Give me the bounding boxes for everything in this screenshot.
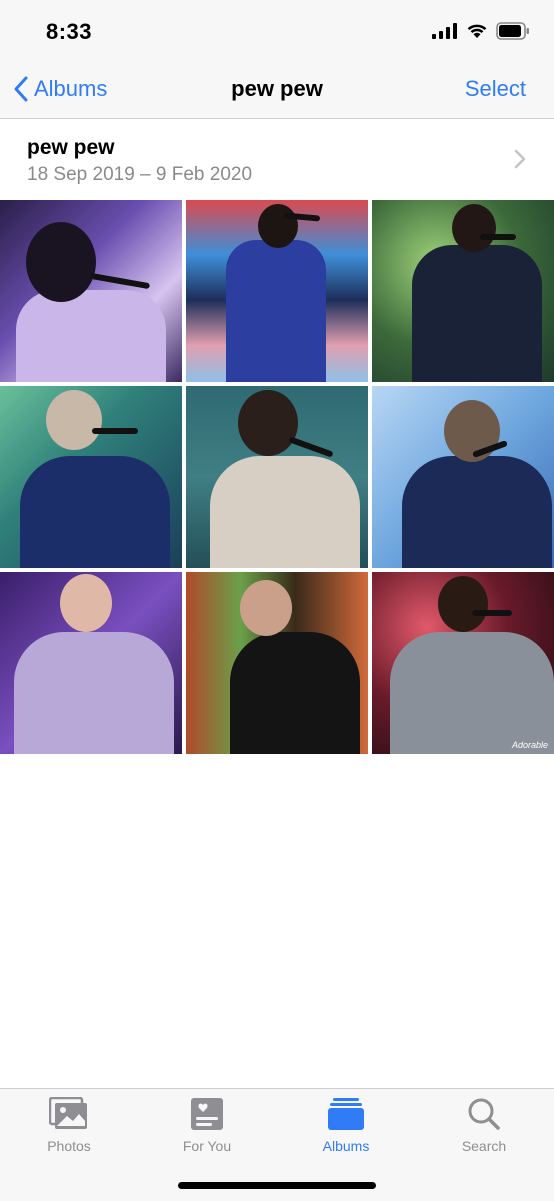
tab-search-label: Search — [461, 1138, 507, 1154]
photo-thumbnail[interactable]: Adorable — [372, 572, 554, 754]
tab-albums[interactable]: Albums — [291, 1097, 401, 1154]
home-indicator — [178, 1182, 376, 1189]
tab-photos-label: Photos — [47, 1138, 91, 1154]
photo-watermark: Adorable — [511, 740, 548, 750]
photos-icon — [48, 1096, 87, 1129]
tab-photos[interactable]: Photos — [14, 1096, 124, 1154]
for-you-icon — [191, 1098, 223, 1130]
chevron-right-icon — [514, 149, 526, 169]
tab-albums-label: Albums — [322, 1138, 370, 1154]
tab-for-you-label: For You — [182, 1138, 232, 1154]
tab-search[interactable]: Search — [429, 1097, 539, 1154]
tab-for-you[interactable]: For You — [152, 1097, 262, 1154]
photo-thumbnail[interactable] — [0, 572, 182, 754]
wifi-icon — [467, 24, 487, 38]
photo-thumbnail[interactable] — [0, 200, 182, 382]
album-header[interactable]: pew pew 18 Sep 2019 – 9 Feb 2020 — [0, 119, 554, 199]
album-name: pew pew — [27, 136, 115, 159]
status-bar: 8:33 — [0, 0, 554, 60]
navigation-bar: Albums pew pew Select — [0, 60, 554, 119]
status-icons — [432, 22, 530, 40]
status-time: 8:33 — [46, 19, 93, 44]
photo-thumbnail[interactable] — [372, 200, 554, 382]
battery-icon — [496, 22, 529, 40]
select-button[interactable]: Select — [465, 76, 526, 102]
photo-grid: Adorable — [0, 200, 554, 754]
photo-thumbnail[interactable] — [186, 200, 368, 382]
photo-thumbnail[interactable] — [0, 386, 182, 568]
albums-icon — [328, 1098, 364, 1130]
photo-thumbnail[interactable] — [186, 572, 368, 754]
photo-thumbnail[interactable] — [186, 386, 368, 568]
search-icon — [468, 1098, 500, 1130]
photo-thumbnail[interactable] — [372, 386, 554, 568]
cellular-signal-icon — [432, 23, 457, 39]
album-date-range: 18 Sep 2019 – 9 Feb 2020 — [27, 164, 253, 185]
